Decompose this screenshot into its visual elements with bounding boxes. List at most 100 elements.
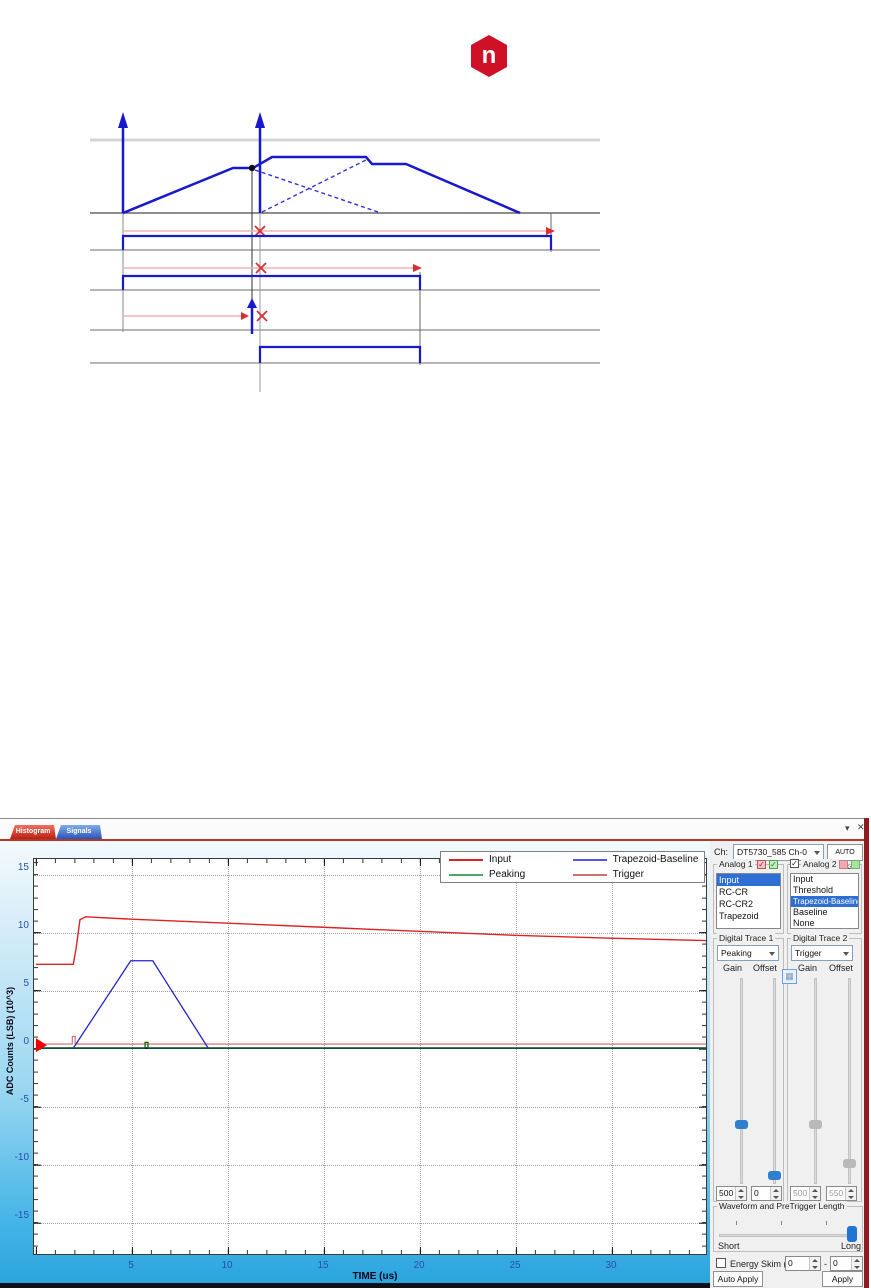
energy-skim-checkbox[interactable] <box>716 1258 726 1268</box>
offset2-slider-thumb[interactable] <box>843 1159 856 1168</box>
offset2-slider-track[interactable] <box>848 978 851 1184</box>
dashed-rising-edge <box>261 158 369 213</box>
spinner-arrows[interactable] <box>845 1187 856 1200</box>
offset2-spinbox[interactable]: 550 <box>826 1186 857 1201</box>
spinner-arrows[interactable] <box>735 1187 746 1200</box>
digital-trace2-title: Digital Trace 2 <box>791 933 850 943</box>
chevron-down-icon <box>843 952 849 956</box>
list-item[interactable]: RC-CR <box>717 886 780 898</box>
list-item[interactable]: Input <box>717 874 780 886</box>
analog2-trace1-color-swatch[interactable] <box>839 860 848 869</box>
offset1-value: 0 <box>754 1188 759 1198</box>
minimize-icon[interactable]: ▾ <box>845 824 850 833</box>
x-tick-label: 30 <box>605 1260 617 1271</box>
plot-bottom-border <box>0 1283 710 1288</box>
x-tick-label: 20 <box>413 1260 425 1271</box>
offset-label: Offset <box>753 963 777 973</box>
offset2-value: 550 <box>829 1188 844 1198</box>
chevron-down-icon <box>769 952 775 956</box>
gain1-spinbox[interactable]: 500 <box>716 1186 747 1201</box>
spinner-arrows[interactable] <box>809 1257 820 1270</box>
digital-trace2-select[interactable]: Trigger <box>791 945 853 961</box>
legend-entry-trigger: Trigger <box>565 869 704 880</box>
output-pulse <box>258 345 422 363</box>
offset1-spinbox[interactable]: 0 <box>751 1186 782 1201</box>
gate2-measure-line <box>124 262 422 274</box>
grid-handle-button[interactable]: ▦ <box>782 969 797 984</box>
analog1-trace1-color-checkbox[interactable]: ✓ <box>757 860 766 869</box>
gain2-slider-track[interactable] <box>814 978 817 1184</box>
digital-trace2-value: Trigger <box>795 948 822 958</box>
list-item[interactable]: Input <box>791 874 858 885</box>
slider-tick <box>826 1221 827 1225</box>
gain2-slider-thumb[interactable] <box>809 1120 822 1129</box>
sample-point-dot <box>248 164 256 172</box>
digital-trace1-title: Digital Trace 1 <box>717 933 776 943</box>
offset-label: Offset <box>829 963 853 973</box>
digital-trace1-value: Peaking <box>721 948 752 958</box>
digital-trace1-select[interactable]: Peaking <box>717 945 779 961</box>
energy-from-spinbox[interactable]: 0 <box>785 1256 821 1271</box>
list-item[interactable]: RC-CR2 <box>717 898 780 910</box>
channel-label: Ch: <box>714 847 729 857</box>
window-right-border <box>864 818 869 1288</box>
spin-down-icon[interactable] <box>846 1193 856 1200</box>
list-item[interactable]: Baseline <box>791 907 858 918</box>
tab-signals[interactable]: Signals <box>56 825 102 839</box>
spinner-arrows[interactable] <box>809 1187 820 1200</box>
plot-area[interactable] <box>33 858 707 1255</box>
spin-down-icon[interactable] <box>736 1193 746 1200</box>
legend-entry-peaking: Peaking <box>441 869 565 880</box>
spin-down-icon[interactable] <box>810 1263 820 1270</box>
list-item[interactable]: Trapezoid-Baseline <box>791 896 858 907</box>
dashed-falling-edge <box>254 169 379 213</box>
tab-histogram[interactable]: Histogram <box>10 825 56 839</box>
energy-from-value: 0 <box>788 1258 793 1268</box>
long-label: Long <box>841 1241 862 1251</box>
offset1-slider-track[interactable] <box>773 978 776 1184</box>
energy-to-value: 0 <box>833 1258 838 1268</box>
plot-legend: Input Trapezoid-Baseline Peaking Trigger <box>440 851 705 883</box>
pretrigger-slider-track[interactable] <box>719 1234 856 1237</box>
list-item[interactable]: None <box>791 918 858 928</box>
trace-trapezoid-baseline <box>35 960 706 1049</box>
y-axis-title: ADC Counts (LSB) (10^3) <box>5 986 15 1096</box>
analog1-title: Analog 1 <box>717 859 755 869</box>
legend-entry-trapezoid-baseline: Trapezoid-Baseline <box>565 854 704 865</box>
trace-input <box>35 916 706 965</box>
analog2-enable-checkbox[interactable]: ✓ <box>790 859 799 868</box>
legend-label: Input <box>489 854 512 865</box>
analog2-trace2-color-swatch[interactable] <box>851 860 860 869</box>
x-tick-label: 15 <box>317 1260 329 1271</box>
spinner-arrows[interactable] <box>770 1187 781 1200</box>
gate1-pulse <box>121 234 553 250</box>
offset1-slider-thumb[interactable] <box>768 1171 781 1180</box>
analog1-trace2-color-checkbox[interactable]: ✓ <box>769 860 778 869</box>
gain1-slider-thumb[interactable] <box>735 1120 748 1129</box>
auto-apply-button[interactable]: Auto Apply <box>713 1271 763 1287</box>
chevron-down-icon <box>814 851 820 855</box>
x-tick-label: 5 <box>128 1260 134 1271</box>
gain2-value: 500 <box>793 1188 808 1198</box>
list-item[interactable]: Trapezoid <box>717 910 780 922</box>
gain-label: Gain <box>798 963 818 973</box>
spin-down-icon[interactable] <box>852 1263 862 1270</box>
analog2-listbox: Input Threshold Trapezoid-Baseline Basel… <box>790 873 859 929</box>
legend-label: Trigger <box>612 869 644 880</box>
spin-down-icon[interactable] <box>771 1193 781 1200</box>
apply-button[interactable]: Apply <box>822 1271 863 1287</box>
analog2-title: Analog 2 <box>801 859 839 869</box>
gain2-spinbox[interactable]: 500 <box>790 1186 821 1201</box>
x-tick-label: 25 <box>509 1260 521 1271</box>
spin-down-icon[interactable] <box>810 1193 820 1200</box>
x-tick-label: 10 <box>221 1260 233 1271</box>
short-label: Short <box>718 1241 740 1251</box>
spinner-arrows[interactable] <box>851 1257 862 1270</box>
gate2-pulse <box>121 274 422 290</box>
pretrigger-slider-thumb[interactable] <box>847 1226 857 1242</box>
channel-select-value: DT5730_585 Ch-0 <box>737 847 807 857</box>
legend-line-icon <box>572 873 607 876</box>
gain1-slider-track[interactable] <box>740 978 743 1184</box>
energy-to-spinbox[interactable]: 0 <box>830 1256 863 1271</box>
list-item[interactable]: Threshold <box>791 885 858 896</box>
